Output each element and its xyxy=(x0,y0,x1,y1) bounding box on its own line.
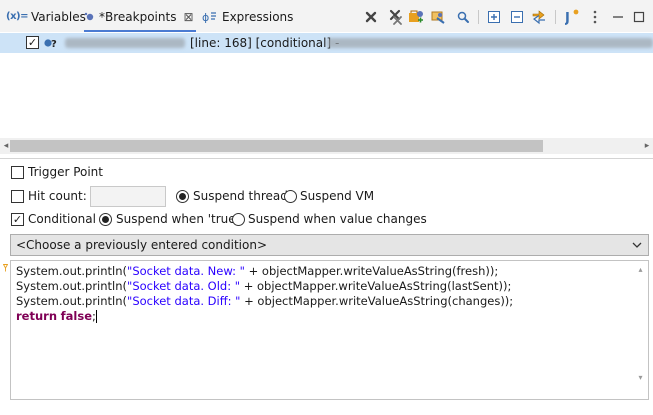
suspend-thread-label: Suspend thread xyxy=(193,189,288,203)
java-breakpoint-icon[interactable]: J xyxy=(563,8,581,26)
breakpoints-list[interactable]: ✓ ? [line: 168] [conditional] - ◂ ▸ xyxy=(0,32,653,156)
code-line: return false; xyxy=(16,309,97,324)
code-string: "Socket data. Diff: " xyxy=(127,294,241,308)
text-caret xyxy=(95,310,97,323)
toolbar-separator xyxy=(555,10,556,24)
code-string: "Socket data. New: " xyxy=(127,264,245,278)
view-menu-icon[interactable] xyxy=(586,8,604,26)
trigger-point-checkbox[interactable] xyxy=(11,166,24,179)
link-with-view-icon[interactable] xyxy=(429,8,447,26)
conditional-label: Conditional xyxy=(28,212,96,226)
scroll-up-icon[interactable]: ▴ xyxy=(635,264,646,274)
hit-count-input[interactable] xyxy=(90,186,166,207)
suspend-when-true-radio[interactable] xyxy=(99,213,112,226)
chevron-down-icon xyxy=(630,238,644,252)
scroll-down-icon[interactable]: ▾ xyxy=(635,372,646,382)
toolbar-separator xyxy=(478,10,479,24)
svg-text:J: J xyxy=(565,11,570,25)
trigger-point-label: Trigger Point xyxy=(28,165,103,179)
hit-count-label: Hit count: xyxy=(28,189,87,203)
code-keyword: return xyxy=(16,309,58,323)
add-java-exception-breakpoint-icon[interactable] xyxy=(407,8,425,26)
view-tab-bar: (x)= Variables *Breakpoints ⊠ ϕ Expressi… xyxy=(0,0,653,32)
conditional-breakpoint-icon: ? xyxy=(43,36,59,53)
condition-code-editor[interactable]: System.out.println("Socket data. New: " … xyxy=(10,260,649,400)
collapse-all-icon[interactable] xyxy=(508,8,526,26)
conditional-checkbox[interactable]: ✓ xyxy=(11,213,24,226)
suspend-when-changes-radio[interactable] xyxy=(232,213,245,226)
suspend-vm-radio[interactable] xyxy=(284,190,297,203)
code-text: + objectMapper.writeValueAsString(change… xyxy=(240,294,514,308)
breakpoint-meta-text: [line: 168] [conditional] - xyxy=(190,36,340,50)
section-divider xyxy=(0,158,653,159)
expand-all-icon[interactable] xyxy=(485,8,503,26)
suspend-vm-label: Suspend VM xyxy=(300,189,375,203)
breakpoint-row[interactable]: ✓ ? [line: 168] [conditional] - xyxy=(0,33,653,53)
code-text: System.out.println( xyxy=(16,279,128,293)
scroll-right-icon[interactable]: ▸ xyxy=(641,141,653,151)
code-text: + objectMapper.writeValueAsString(lastSe… xyxy=(240,279,512,293)
redacted-breakpoint-method xyxy=(327,38,653,48)
suspend-thread-radio[interactable] xyxy=(176,190,189,203)
link-icon[interactable] xyxy=(530,8,548,26)
breakpoints-toolbar: J xyxy=(0,8,653,26)
content-assist-marker-icon xyxy=(2,261,9,272)
code-text: System.out.println( xyxy=(16,294,128,308)
hit-count-checkbox[interactable] xyxy=(11,190,24,203)
redacted-breakpoint-class xyxy=(65,38,185,48)
remove-all-breakpoints-icon[interactable] xyxy=(386,8,404,26)
svg-text:?: ? xyxy=(51,39,57,50)
code-text: + objectMapper.writeValueAsString(fresh)… xyxy=(244,264,499,278)
code-text: System.out.println( xyxy=(16,264,128,278)
scrollbar-thumb[interactable] xyxy=(10,140,543,152)
condition-history-dropdown[interactable]: <Choose a previously entered condition> xyxy=(10,234,649,256)
condition-history-value: <Choose a previously entered condition> xyxy=(16,238,267,252)
vertical-scrollbar[interactable]: ▴ ▾ xyxy=(633,261,648,399)
breakpoint-enabled-checkbox[interactable]: ✓ xyxy=(26,36,39,49)
code-line: System.out.println("Socket data. New: " … xyxy=(16,264,498,279)
suspend-when-true-label: Suspend when 'true' xyxy=(116,212,239,226)
minimize-icon[interactable] xyxy=(609,8,627,26)
code-line: System.out.println("Socket data. Old: " … xyxy=(16,279,511,294)
skip-all-breakpoints-icon[interactable] xyxy=(454,8,472,26)
remove-breakpoint-icon[interactable] xyxy=(362,8,380,26)
code-keyword: false xyxy=(60,309,93,323)
horizontal-scrollbar[interactable]: ◂ ▸ xyxy=(0,138,653,154)
maximize-icon[interactable] xyxy=(630,8,648,26)
code-string: "Socket data. Old: " xyxy=(127,279,241,293)
code-line: System.out.println("Socket data. Diff: "… xyxy=(16,294,513,309)
suspend-when-changes-label: Suspend when value changes xyxy=(248,212,427,226)
